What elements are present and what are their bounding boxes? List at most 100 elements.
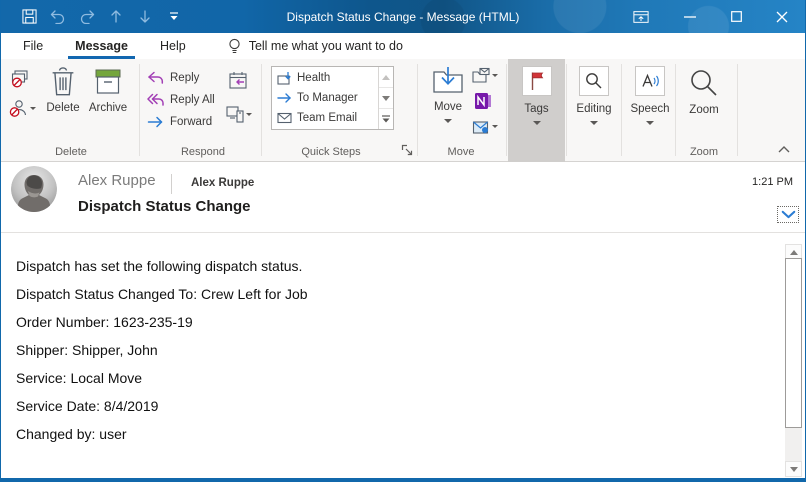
quick-steps-items: Health To Manager Team Email bbox=[272, 67, 378, 129]
expand-header-button[interactable] bbox=[777, 206, 799, 223]
minimize-icon bbox=[684, 16, 696, 18]
reply-all-icon bbox=[147, 93, 164, 107]
vertical-scrollbar[interactable] bbox=[785, 244, 802, 477]
move-up-button[interactable] bbox=[106, 5, 126, 29]
header-divider bbox=[171, 174, 172, 194]
group-separator bbox=[261, 64, 262, 156]
ignore-button[interactable] bbox=[11, 70, 30, 88]
editing-button[interactable]: Editing bbox=[568, 59, 620, 162]
sender-name-secondary[interactable]: Alex Ruppe bbox=[191, 177, 254, 189]
respond-group-label: Respond bbox=[147, 146, 259, 158]
tab-file-label: File bbox=[23, 39, 43, 53]
tags-iconbox bbox=[522, 66, 552, 96]
body-paragraph: Shipper: Shipper, John bbox=[16, 342, 765, 359]
delete-button-label: Delete bbox=[46, 102, 79, 114]
delete-icon bbox=[50, 67, 76, 97]
collapse-ribbon-button[interactable] bbox=[775, 142, 793, 156]
junk-button[interactable] bbox=[9, 99, 36, 118]
lightbulb-icon bbox=[228, 38, 241, 55]
forward-button[interactable]: Forward bbox=[147, 115, 212, 129]
move-button-label: Move bbox=[434, 101, 462, 113]
zoom-button-label: Zoom bbox=[689, 104, 718, 116]
quick-steps-dialog-launcher[interactable] bbox=[401, 144, 414, 157]
tags-button-label: Tags bbox=[524, 103, 548, 115]
group-separator bbox=[139, 64, 140, 156]
tags-dropdown-icon bbox=[533, 121, 541, 125]
more-respond-icon bbox=[226, 105, 244, 123]
quick-steps-scroll-down[interactable] bbox=[379, 88, 393, 109]
speech-button[interactable]: Speech bbox=[623, 59, 677, 162]
quick-steps-more-button[interactable] bbox=[379, 109, 393, 129]
zoom-icon bbox=[689, 68, 719, 98]
scrollbar-track[interactable] bbox=[785, 428, 802, 461]
group-separator bbox=[675, 64, 676, 156]
scroll-down-icon bbox=[790, 467, 798, 472]
redo-icon bbox=[79, 10, 95, 24]
customize-qat-button[interactable] bbox=[164, 5, 184, 29]
group-separator bbox=[417, 64, 418, 156]
ribbon-tab-row: File Message Help Tell me what you want … bbox=[1, 33, 805, 59]
rules-dropdown-icon bbox=[492, 74, 498, 77]
reply-all-label: Reply All bbox=[170, 94, 215, 106]
save-button[interactable] bbox=[19, 5, 39, 29]
tab-file[interactable]: File bbox=[7, 33, 59, 59]
actions-dropdown-icon bbox=[492, 125, 498, 128]
quick-step-label: Health bbox=[297, 72, 330, 84]
ribbon-display-options-button[interactable] bbox=[621, 0, 661, 33]
quick-step-to-manager[interactable]: To Manager bbox=[272, 88, 378, 108]
speech-button-label: Speech bbox=[630, 103, 669, 115]
tell-me-label: Tell me what you want to do bbox=[249, 39, 403, 53]
tags-button[interactable]: Tags bbox=[508, 59, 565, 162]
window-bottom-border bbox=[1, 478, 805, 482]
reply-all-button[interactable]: Reply All bbox=[147, 93, 215, 107]
tell-me-box[interactable]: Tell me what you want to do bbox=[228, 38, 403, 55]
move-down-button[interactable] bbox=[135, 5, 155, 29]
onenote-icon bbox=[474, 92, 492, 110]
message-subject: Dispatch Status Change bbox=[78, 198, 251, 215]
undo-button[interactable] bbox=[48, 5, 68, 29]
customize-qat-icon bbox=[169, 12, 179, 21]
tab-message[interactable]: Message bbox=[59, 33, 144, 59]
scrollbar-thumb[interactable] bbox=[785, 258, 802, 428]
maximize-button[interactable] bbox=[713, 0, 759, 33]
more-respond-dropdown-icon bbox=[246, 113, 252, 116]
delete-button[interactable]: Delete bbox=[43, 67, 83, 114]
quick-step-label: To Manager bbox=[297, 92, 358, 104]
quick-step-label: Team Email bbox=[297, 112, 357, 124]
move-button[interactable]: Move bbox=[425, 63, 471, 123]
actions-icon bbox=[472, 118, 490, 135]
scrollbar-down-button[interactable] bbox=[785, 461, 802, 477]
reply-button[interactable]: Reply bbox=[147, 71, 199, 85]
email-icon bbox=[277, 112, 292, 124]
actions-button[interactable] bbox=[472, 118, 498, 135]
close-button[interactable] bbox=[759, 0, 805, 33]
speech-icon bbox=[641, 73, 660, 89]
move-group-label: Move bbox=[421, 146, 501, 158]
rules-icon bbox=[472, 67, 490, 84]
ignore-icon bbox=[11, 70, 30, 88]
move-to-folder-icon bbox=[277, 71, 292, 85]
sender-name[interactable]: Alex Ruppe bbox=[78, 172, 156, 189]
speech-dropdown-icon bbox=[646, 121, 654, 125]
editing-icon bbox=[585, 72, 603, 90]
quick-step-team-email[interactable]: Team Email bbox=[272, 108, 378, 128]
rules-button[interactable] bbox=[472, 67, 498, 84]
window-controls bbox=[621, 0, 805, 33]
forward-label: Forward bbox=[170, 116, 212, 128]
redo-button[interactable] bbox=[77, 5, 97, 29]
body-paragraph: Dispatch Status Changed To: Crew Left fo… bbox=[16, 286, 765, 303]
archive-button-label: Archive bbox=[89, 102, 127, 114]
meeting-button[interactable] bbox=[228, 71, 249, 92]
tab-help[interactable]: Help bbox=[144, 33, 202, 59]
message-body: Dispatch has set the following dispatch … bbox=[1, 233, 805, 478]
outlook-message-window: Dispatch Status Change - Message (HTML) … bbox=[0, 0, 806, 482]
message-header: Alex Ruppe Alex Ruppe 1:21 PM Dispatch S… bbox=[1, 162, 805, 233]
body-paragraph: Changed by: user bbox=[16, 426, 765, 443]
junk-dropdown-icon bbox=[30, 107, 36, 110]
more-respond-button[interactable] bbox=[226, 105, 252, 123]
archive-button[interactable]: Archive bbox=[85, 67, 131, 114]
onenote-button[interactable] bbox=[474, 92, 492, 110]
minimize-button[interactable] bbox=[667, 0, 713, 33]
quick-steps-scroll-up[interactable] bbox=[379, 67, 393, 88]
quick-step-health[interactable]: Health bbox=[272, 68, 378, 88]
